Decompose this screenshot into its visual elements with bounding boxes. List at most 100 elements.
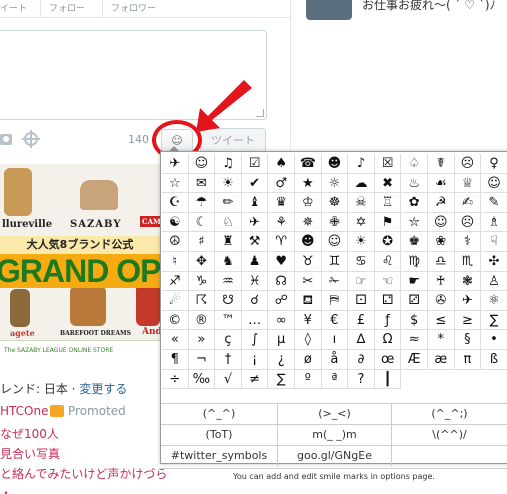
symbol-cell[interactable]: ☟	[481, 232, 507, 252]
symbol-cell[interactable]: ☺	[428, 212, 455, 233]
symbol-cell[interactable]: ☂	[188, 193, 216, 213]
symbol-cell[interactable]: ☹	[454, 212, 482, 233]
symbol-cell[interactable]: ⚁	[374, 291, 402, 311]
symbol-cell[interactable]: ♂	[268, 173, 295, 194]
symbol-cell[interactable]: ♥	[268, 252, 295, 272]
symbol-cell[interactable]: ☒	[374, 154, 402, 174]
symbol-cell[interactable]: ≥	[454, 310, 482, 331]
symbol-cell[interactable]: ♕	[454, 173, 482, 194]
symbol-cell[interactable]: ✈	[454, 291, 482, 311]
short-url-link[interactable]: goo.gl/GNgEe	[277, 446, 391, 466]
symbol-cell[interactable]: ⚑	[374, 212, 402, 233]
symbol-cell[interactable]: ☋	[215, 291, 242, 311]
trend-item[interactable]: なぜ100人	[0, 425, 59, 442]
symbol-cell[interactable]: ✂	[295, 271, 322, 292]
symbol-cell[interactable]: ✏	[215, 193, 242, 213]
symbol-cell[interactable]: ♜	[215, 232, 242, 252]
symbol-cell[interactable]: ☸	[321, 193, 349, 213]
symbol-cell[interactable]: ♪	[348, 154, 375, 174]
symbol-cell[interactable]: ∞	[268, 310, 295, 331]
symbol-cell[interactable]: ❃	[454, 271, 482, 292]
symbol-cell[interactable]: ♉	[295, 252, 322, 272]
symbol-cell[interactable]: ☊	[268, 271, 295, 292]
symbol-cell[interactable]: ♏	[454, 252, 482, 272]
symbol-cell[interactable]: ✡	[348, 212, 375, 233]
symbol-cell[interactable]: ♘	[215, 212, 242, 233]
symbol-cell[interactable]: ⚀	[348, 291, 375, 311]
symbol-cell[interactable]: ⚂	[401, 291, 428, 311]
tab-tweets[interactable]: イート	[0, 0, 40, 17]
resize-grip-icon[interactable]	[256, 109, 264, 117]
symbol-cell[interactable]: ♔	[295, 193, 322, 213]
symbol-cell[interactable]: •	[481, 330, 507, 350]
symbol-cell[interactable]: ®	[188, 310, 216, 331]
symbol-cell[interactable]: å	[321, 350, 349, 370]
symbol-cell[interactable]: ✪	[374, 232, 402, 252]
symbol-cell[interactable]: ∫	[241, 330, 269, 350]
symbol-cell[interactable]: ß	[481, 350, 507, 370]
symbol-cell[interactable]: ⚛	[481, 291, 507, 311]
symbol-cell[interactable]: ♚	[401, 232, 428, 252]
symbol-cell[interactable]: ✖	[374, 173, 402, 194]
symbol-cell[interactable]: ⚕	[454, 232, 482, 252]
trend-item[interactable]: 見合い写真	[0, 445, 60, 462]
symbol-cell[interactable]: ♰	[428, 271, 455, 292]
symbol-cell[interactable]: ☺	[188, 154, 216, 174]
tab-followers[interactable]: フォロワー	[102, 0, 164, 17]
symbol-cell[interactable]: »	[188, 330, 216, 350]
symbol-cell[interactable]: ☻	[321, 154, 349, 174]
symbol-cell[interactable]: ☑	[241, 154, 269, 174]
symbol-cell[interactable]: ♐	[162, 271, 189, 292]
kaomoji-item[interactable]: (^_^)	[161, 404, 277, 424]
symbol-cell[interactable]: ☺	[321, 232, 349, 252]
symbol-cell[interactable]: ◊	[295, 330, 322, 350]
symbol-cell[interactable]: ♗	[481, 212, 507, 233]
symbol-cell[interactable]: Ω	[374, 330, 402, 350]
symbol-cell[interactable]: ÷	[162, 369, 189, 390]
symbol-cell[interactable]: ∂	[348, 350, 375, 370]
symbol-cell[interactable]: ✿	[401, 193, 428, 213]
symbol-cell[interactable]: ✁	[321, 271, 349, 292]
symbol-cell[interactable]: ☁	[348, 173, 375, 194]
camera-icon[interactable]	[0, 134, 12, 145]
symbol-cell[interactable]: ✣	[481, 252, 507, 272]
symbol-cell[interactable]: π	[454, 350, 482, 370]
symbol-cell[interactable]: ☮	[162, 232, 189, 252]
symbol-cell[interactable]: ☪	[162, 193, 189, 213]
symbol-cell[interactable]: ⚒	[241, 232, 269, 252]
symbol-cell[interactable]: ♠	[268, 154, 295, 174]
symbol-cell[interactable]: ✔	[241, 173, 269, 194]
trend-item[interactable]: HTCOne	[0, 404, 48, 418]
symbol-cell[interactable]: ☛	[401, 271, 428, 292]
symbol-cell[interactable]: ¡	[241, 350, 269, 370]
symbol-cell[interactable]: ☾	[188, 212, 216, 233]
symbol-cell[interactable]: ♀	[481, 154, 507, 174]
symbol-cell[interactable]: ≤	[428, 310, 455, 331]
symbol-cell[interactable]: ✉	[188, 173, 216, 194]
symbol-cell[interactable]: ☜	[374, 271, 402, 292]
change-region-link[interactable]: 変更する	[79, 382, 127, 396]
symbol-cell[interactable]: †	[215, 350, 242, 370]
symbol-cell[interactable]: ☀	[348, 232, 375, 252]
location-icon[interactable]	[22, 130, 40, 148]
symbol-cell[interactable]: ☙	[428, 173, 455, 194]
symbol-cell[interactable]: ♮	[162, 252, 189, 272]
symbol-cell[interactable]: æ	[428, 350, 455, 370]
symbols-hashtag-link[interactable]: #twitter_symbols	[161, 446, 277, 466]
symbol-cell[interactable]: ¿	[268, 350, 295, 370]
symbol-cell[interactable]: ƒ	[374, 310, 402, 331]
symbol-cell[interactable]: ☤	[428, 154, 455, 174]
kaomoji-item[interactable]: (>_<)	[277, 404, 391, 424]
symbol-cell[interactable]: ☈	[188, 291, 216, 311]
symbol-cell[interactable]: ┃	[374, 369, 402, 390]
symbol-cell[interactable]: ☌	[241, 291, 269, 311]
symbol-cell[interactable]: ✈	[241, 212, 269, 233]
ad-banner[interactable]: llureville SAZABY CAMPE 大人気8ブランド公式 GRAND…	[0, 164, 160, 364]
symbol-cell[interactable]: ⛦	[401, 212, 428, 233]
symbol-cell[interactable]: $	[401, 310, 428, 331]
symbol-cell[interactable]: ∑	[481, 310, 507, 331]
symbol-cell[interactable]: ⛾	[295, 291, 322, 311]
symbol-cell[interactable]: ♞	[215, 252, 242, 272]
symbol-cell[interactable]: ♎	[428, 252, 455, 272]
symbol-cell[interactable]: ✈	[162, 154, 189, 174]
